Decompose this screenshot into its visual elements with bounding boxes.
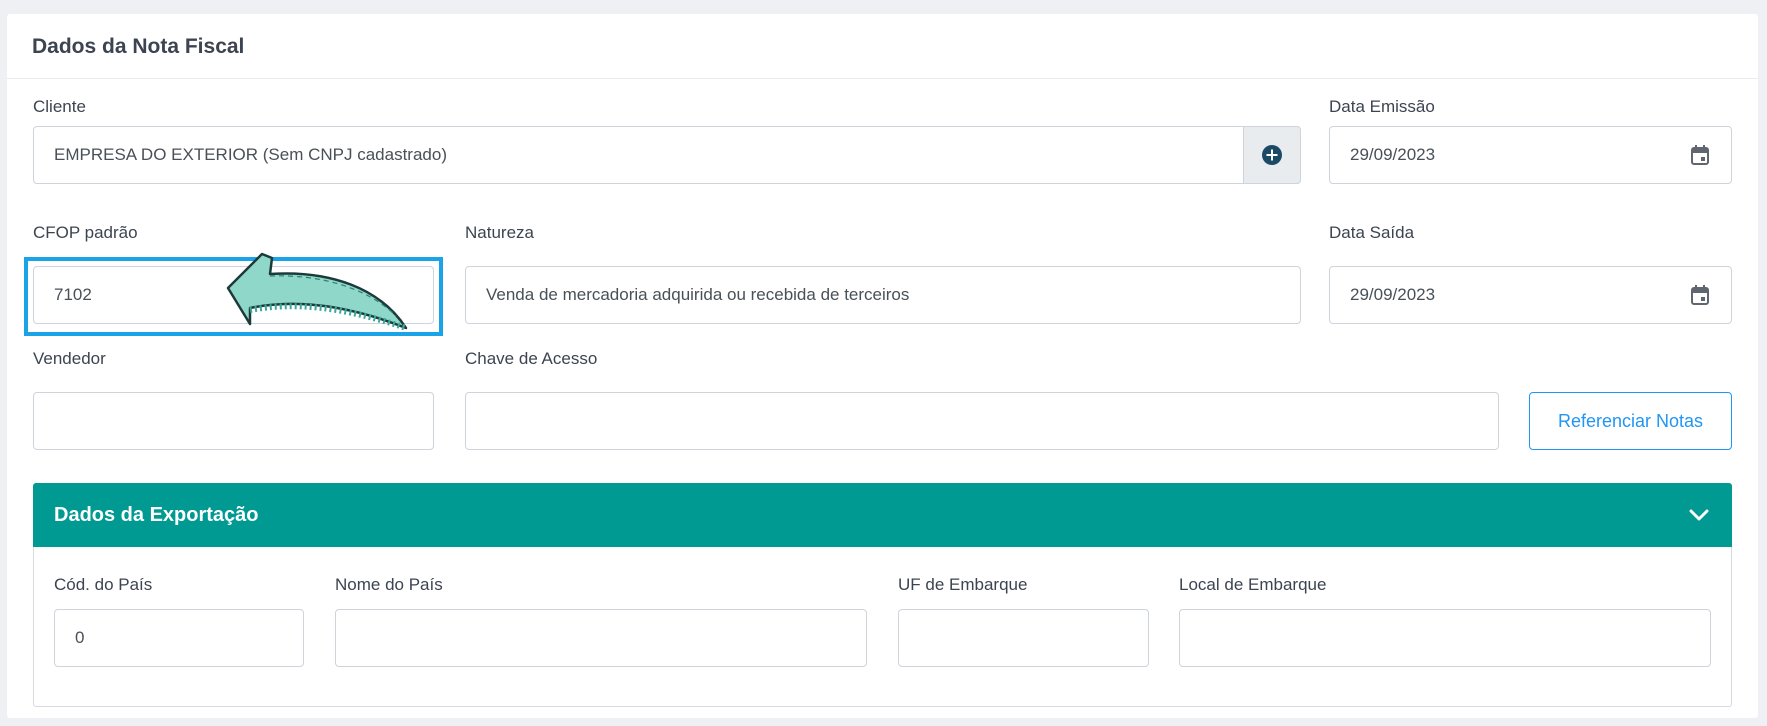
uf-embarque-label: UF de Embarque <box>898 575 1028 594</box>
referenciar-notas-button[interactable]: Referenciar Notas <box>1529 392 1732 450</box>
cliente-value: EMPRESA DO EXTERIOR (Sem CNPJ cadastrado… <box>54 145 447 164</box>
exportacao-title: Dados da Exportação <box>54 503 259 526</box>
data-emissao-value: 29/09/2023 <box>1350 145 1436 164</box>
arrow-left-annotation-icon <box>226 252 408 331</box>
card-header: Dados da Nota Fiscal <box>7 14 1758 79</box>
natureza-label: Natureza <box>465 223 534 242</box>
cliente-field[interactable]: EMPRESA DO EXTERIOR (Sem CNPJ cadastrado… <box>33 126 1301 184</box>
page-title: Dados da Nota Fiscal <box>32 35 245 58</box>
calendar-icon[interactable] <box>1689 284 1711 306</box>
natureza-field[interactable]: Venda de mercadoria adquirida ou recebid… <box>465 266 1301 324</box>
add-cliente-button[interactable] <box>1243 126 1301 184</box>
chevron-down-icon[interactable] <box>1687 503 1711 527</box>
data-saida-label: Data Saída <box>1329 223 1415 242</box>
chave-acesso-label: Chave de Acesso <box>465 349 598 368</box>
uf-embarque-field[interactable] <box>898 609 1149 667</box>
data-emissao-field[interactable]: 29/09/2023 <box>1329 126 1732 184</box>
cfop-label: CFOP padrão <box>33 223 138 242</box>
exportacao-panel: Dados da Exportação Cód. do País 0 Nome … <box>33 483 1732 707</box>
data-emissao-label: Data Emissão <box>1329 97 1435 116</box>
cod-pais-value: 0 <box>75 628 85 647</box>
local-embarque-label: Local de Embarque <box>1179 575 1327 594</box>
nome-pais-label: Nome do País <box>335 575 443 594</box>
local-embarque-field[interactable] <box>1179 609 1711 667</box>
data-saida-field[interactable]: 29/09/2023 <box>1329 266 1732 324</box>
cod-pais-field[interactable]: 0 <box>54 609 304 667</box>
vendedor-field[interactable] <box>33 392 434 450</box>
data-saida-value: 29/09/2023 <box>1350 285 1436 304</box>
cod-pais-label: Cód. do País <box>54 575 153 594</box>
chave-acesso-field[interactable] <box>465 392 1499 450</box>
natureza-value: Venda de mercadoria adquirida ou recebid… <box>486 285 910 304</box>
cliente-label: Cliente <box>33 97 86 116</box>
exportacao-panel-header[interactable]: Dados da Exportação <box>33 483 1732 547</box>
calendar-icon[interactable] <box>1689 144 1711 166</box>
plus-circle-icon <box>1262 145 1282 165</box>
nome-pais-field[interactable] <box>335 609 867 667</box>
vendedor-label: Vendedor <box>33 349 106 368</box>
nota-fiscal-card: Dados da Nota Fiscal Cliente EMPRESA DO … <box>7 14 1758 718</box>
